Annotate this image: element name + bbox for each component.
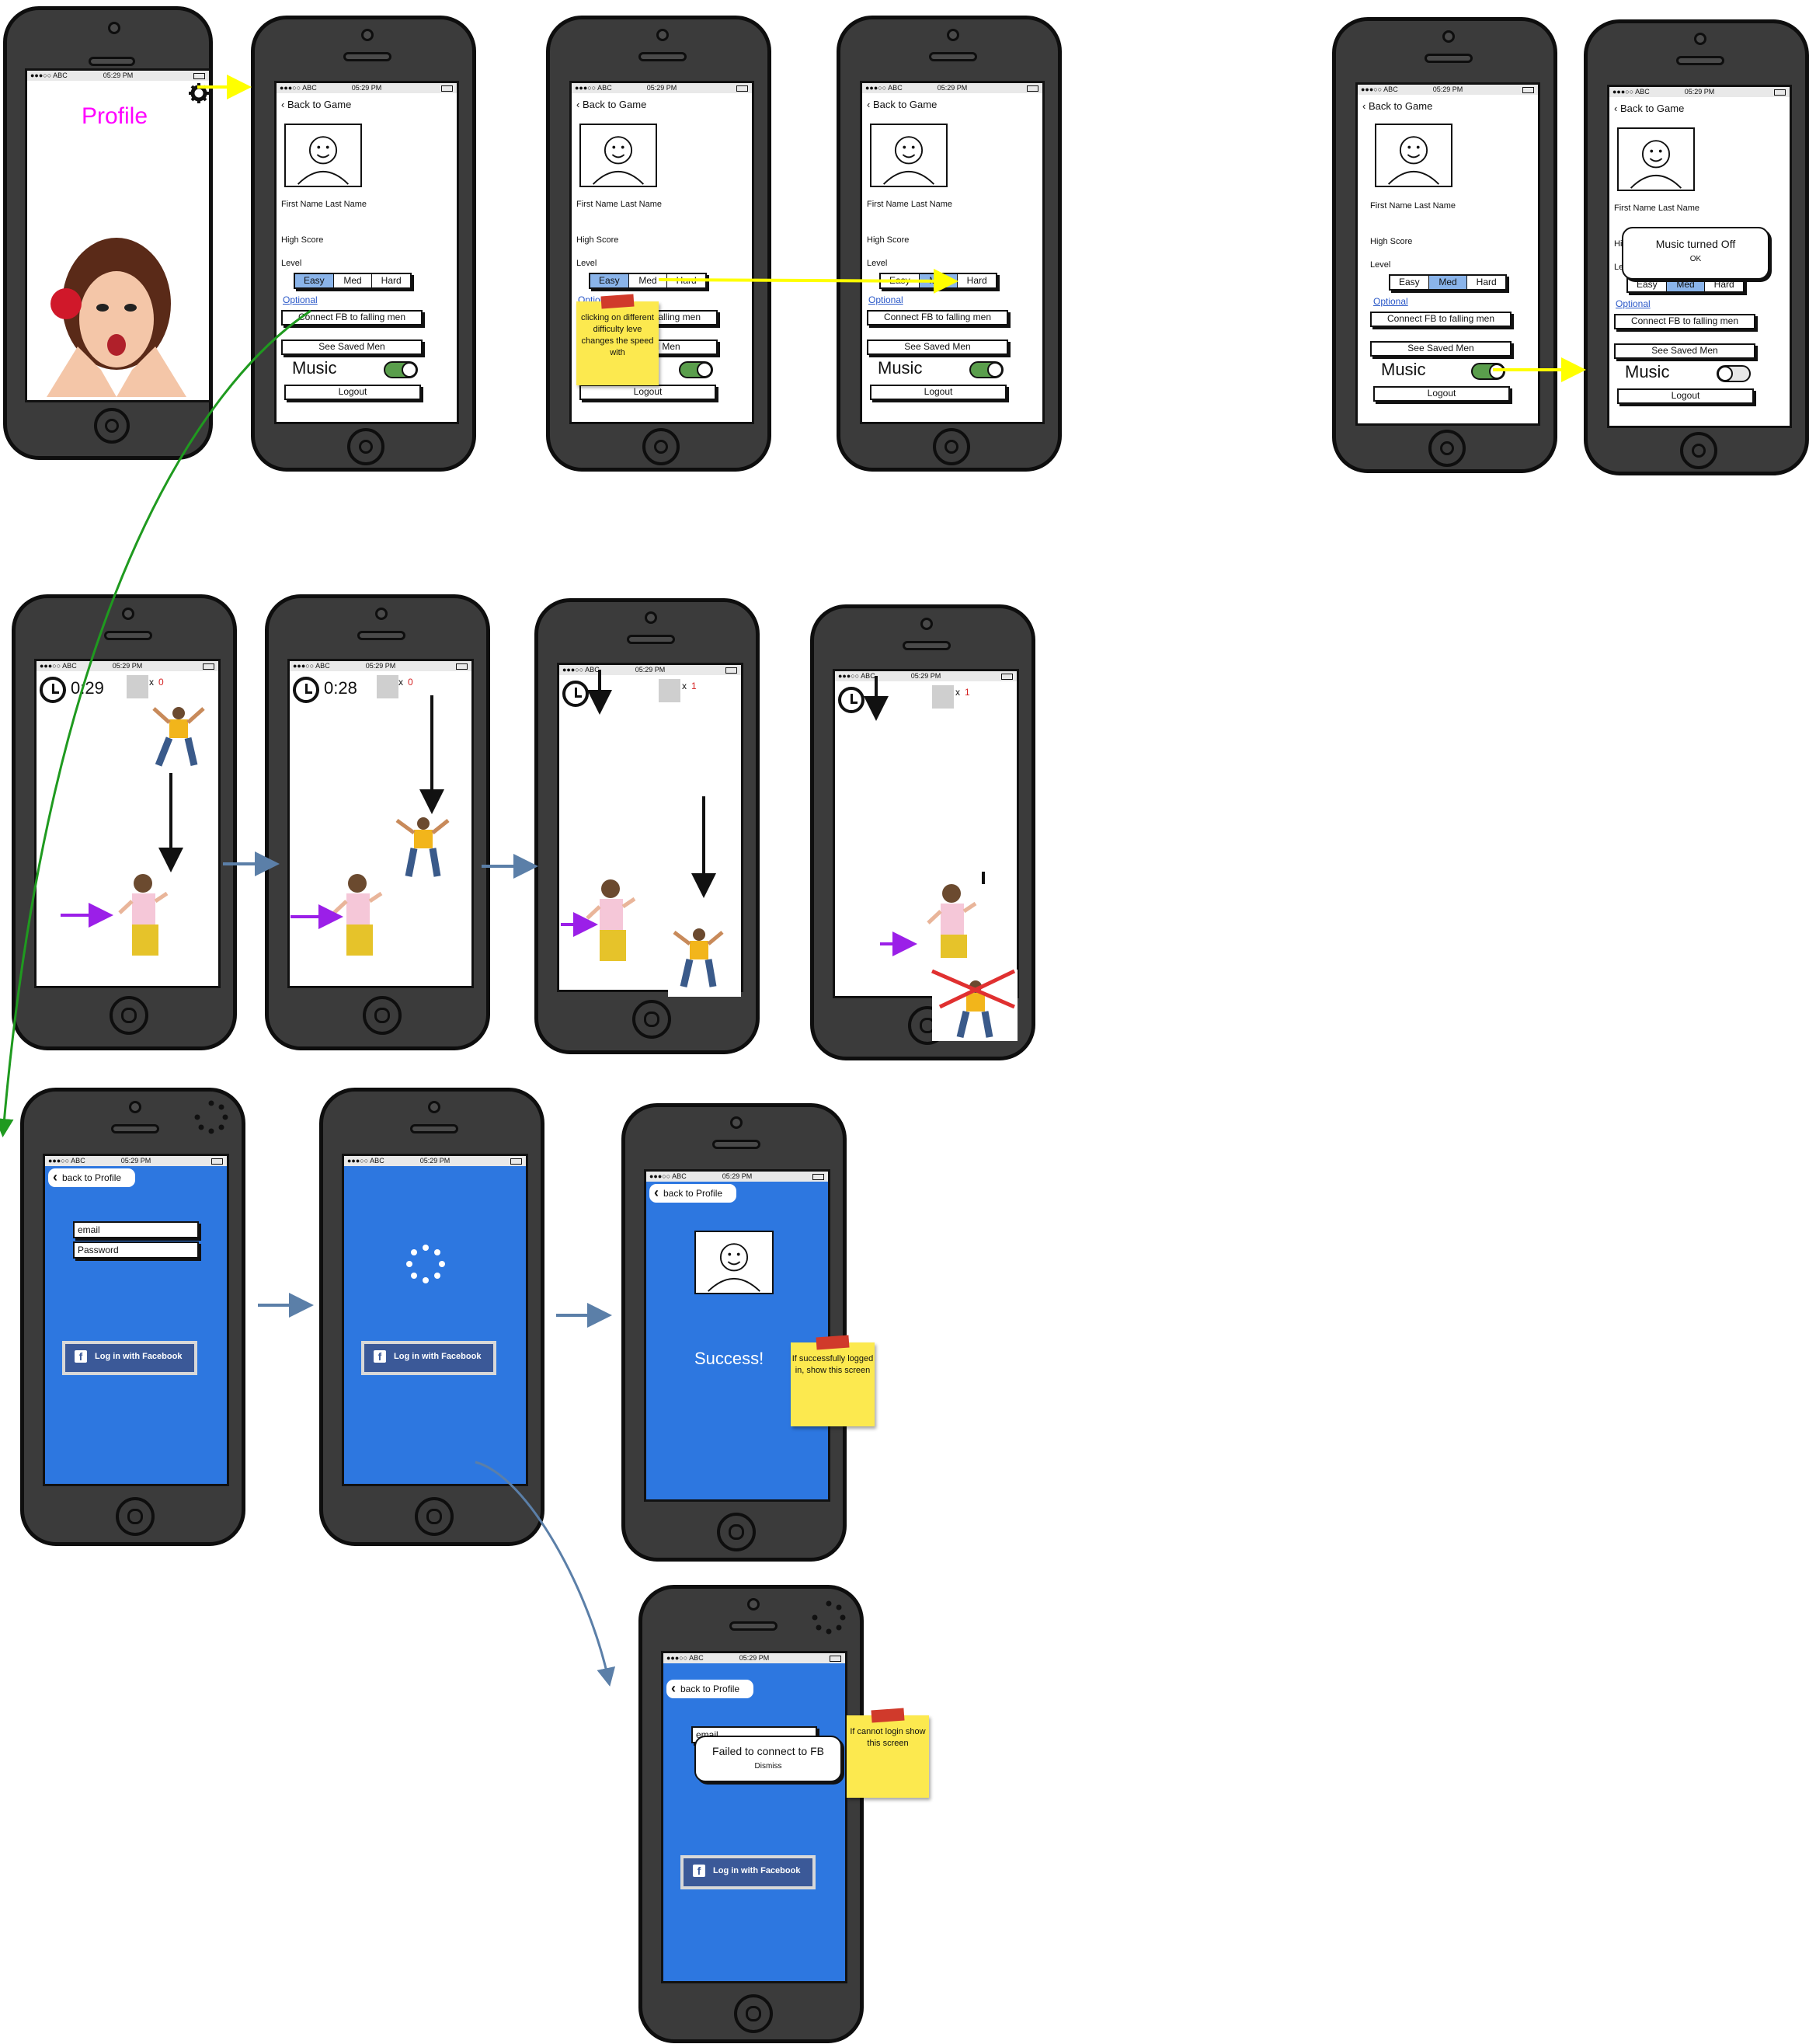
catching-woman: [586, 879, 636, 961]
jumping-man: [152, 707, 205, 767]
catching-woman: [927, 884, 977, 958]
catching-woman: [118, 874, 169, 956]
flow-overlay: [0, 75, 1586, 1687]
flow-arrow-blue: [475, 1461, 616, 1687]
missed-man: [931, 969, 1018, 1041]
jumping-man: [395, 817, 450, 877]
landed-man: [668, 921, 741, 997]
catching-woman: [332, 874, 383, 956]
flow-arrow-green: [0, 309, 311, 1137]
flow-arrow-yellow: [658, 268, 958, 294]
